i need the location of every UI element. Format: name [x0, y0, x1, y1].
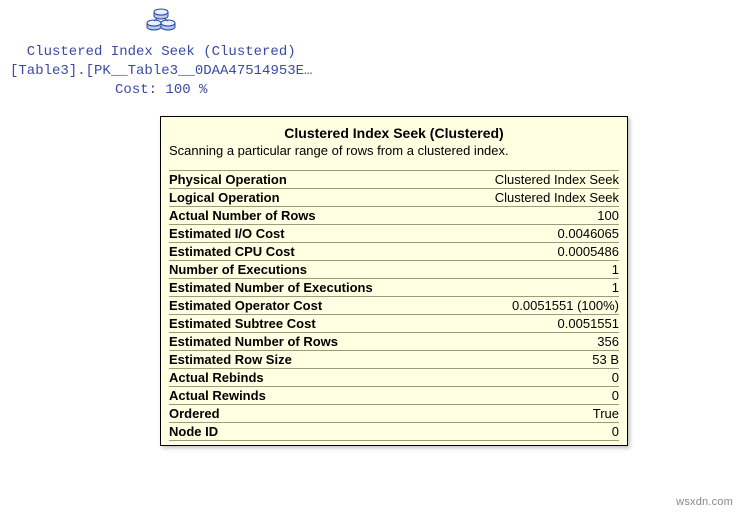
tooltip-row-value: 100 — [597, 208, 619, 223]
node-object: [Table3].[PK__Table3__0DAA47514953E… — [10, 62, 312, 81]
tooltip-row-value: 0.0051551 — [558, 316, 619, 331]
operator-tooltip: Clustered Index Seek (Clustered) Scannin… — [160, 116, 628, 446]
node-title: Clustered Index Seek (Clustered) — [10, 43, 312, 62]
tooltip-properties: Physical OperationClustered Index SeekLo… — [169, 170, 619, 441]
tooltip-row: Estimated CPU Cost 0.0005486 — [169, 243, 619, 261]
tooltip-row-value: 0.0005486 — [558, 244, 619, 259]
tooltip-row-label: Actual Number of Rows — [169, 208, 316, 223]
tooltip-row-label: Physical Operation — [169, 172, 287, 187]
tooltip-row-label: Ordered — [169, 406, 220, 421]
node-cost: Cost: 100 % — [10, 81, 312, 100]
tooltip-row-value: 1 — [612, 280, 619, 295]
tooltip-row-value: 0 — [612, 370, 619, 385]
tooltip-row: Estimated Number of Rows 356 — [169, 333, 619, 351]
tooltip-row-label: Estimated Number of Executions — [169, 280, 373, 295]
tooltip-row: Logical Operation Clustered Index Seek — [169, 189, 619, 207]
tooltip-row-label: Estimated Operator Cost — [169, 298, 322, 313]
tooltip-row-label: Estimated Number of Rows — [169, 334, 338, 349]
clustered-index-seek-icon — [144, 6, 178, 41]
tooltip-row: Estimated Operator Cost 0.0051551 (100%) — [169, 297, 619, 315]
tooltip-row: Actual Number of Rows 100 — [169, 207, 619, 225]
tooltip-row-label: Actual Rewinds — [169, 388, 266, 403]
tooltip-row-value: 0.0046065 — [558, 226, 619, 241]
tooltip-row-value: 0 — [612, 424, 619, 439]
tooltip-description: Scanning a particular range of rows from… — [169, 143, 619, 158]
tooltip-row-value: 53 B — [592, 352, 619, 367]
tooltip-row-label: Actual Rebinds — [169, 370, 264, 385]
tooltip-row-label: Estimated Subtree Cost — [169, 316, 316, 331]
tooltip-row-value: 0.0051551 (100%) — [512, 298, 619, 313]
tooltip-row-value: 0 — [612, 388, 619, 403]
tooltip-row: Physical Operation Clustered Index Seek — [169, 170, 619, 189]
tooltip-row-label: Estimated I/O Cost — [169, 226, 285, 241]
tooltip-row: Estimated I/O Cost 0.0046065 — [169, 225, 619, 243]
tooltip-row-label: Number of Executions — [169, 262, 307, 277]
tooltip-row-value: 1 — [612, 262, 619, 277]
tooltip-row: Actual Rebinds 0 — [169, 369, 619, 387]
tooltip-row-value: 356 — [597, 334, 619, 349]
watermark: wsxdn.com — [676, 496, 733, 508]
tooltip-row: Estimated Subtree Cost 0.0051551 — [169, 315, 619, 333]
tooltip-row: Number of Executions 1 — [169, 261, 619, 279]
tooltip-title: Clustered Index Seek (Clustered) — [169, 125, 619, 141]
tooltip-row-value: Clustered Index Seek — [495, 172, 619, 187]
tooltip-row: Estimated Row Size 53 B — [169, 351, 619, 369]
tooltip-row: Estimated Number of Executions 1 — [169, 279, 619, 297]
tooltip-row-value: True — [593, 406, 619, 421]
tooltip-row: Actual Rewinds 0 — [169, 387, 619, 405]
tooltip-row: Node ID 0 — [169, 423, 619, 441]
tooltip-row-label: Node ID — [169, 424, 218, 439]
tooltip-row-value: Clustered Index Seek — [495, 190, 619, 205]
tooltip-row: Ordered True — [169, 405, 619, 423]
query-plan-node[interactable]: Clustered Index Seek (Clustered) [Table3… — [10, 6, 312, 100]
tooltip-row-label: Estimated CPU Cost — [169, 244, 295, 259]
tooltip-row-label: Estimated Row Size — [169, 352, 292, 367]
tooltip-row-label: Logical Operation — [169, 190, 280, 205]
